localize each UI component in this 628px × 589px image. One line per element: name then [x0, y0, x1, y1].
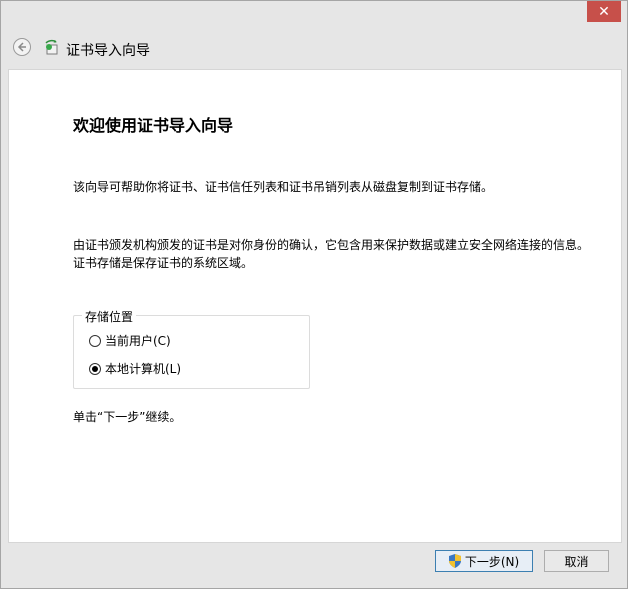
uac-shield-icon: [448, 554, 461, 568]
radio-current-user[interactable]: 当前用户(C): [89, 332, 171, 349]
certificate-wizard-icon: [45, 39, 58, 55]
wizard-window: ✕ 证书导入向导 欢迎使用证书导入向导 该向导可帮助你将证书、证书信任列表和证书…: [0, 0, 628, 589]
radio-local-machine[interactable]: 本地计算机(L): [89, 360, 181, 377]
next-button[interactable]: 下一步(N): [435, 550, 533, 572]
radio-label: 当前用户(C): [105, 334, 171, 348]
back-button[interactable]: [13, 38, 31, 56]
intro-text: 该向导可帮助你将证书、证书信任列表和证书吊销列表从磁盘复制到证书存储。: [73, 180, 494, 194]
store-location-legend: 存储位置: [82, 308, 137, 325]
wizard-title: 证书导入向导: [66, 43, 150, 59]
wizard-footer: 下一步(N) 取消: [1, 542, 627, 588]
back-arrow-icon: [17, 42, 26, 52]
close-icon: ✕: [598, 3, 610, 20]
description-text: 由证书颁发机构颁发的证书是对你身份的确认，它包含用来保护数据或建立安全网络连接的…: [73, 238, 590, 270]
next-button-label: 下一步(N): [464, 554, 520, 569]
wizard-header: 证书导入向导: [1, 33, 627, 63]
page-heading: 欢迎使用证书导入向导: [73, 116, 234, 135]
radio-label: 本地计算机(L): [105, 362, 182, 376]
wizard-content: 欢迎使用证书导入向导 该向导可帮助你将证书、证书信任列表和证书吊销列表从磁盘复制…: [8, 69, 622, 543]
close-button[interactable]: ✕: [587, 1, 621, 22]
continue-hint: 单击“下一步”继续。: [73, 410, 182, 424]
cancel-button-label: 取消: [564, 554, 589, 569]
radio-button-checked[interactable]: [89, 362, 101, 375]
store-location-group: 存储位置 当前用户(C) 本地计算机(L): [73, 308, 310, 389]
cancel-button[interactable]: 取消: [544, 550, 609, 572]
radio-button[interactable]: [89, 334, 101, 347]
